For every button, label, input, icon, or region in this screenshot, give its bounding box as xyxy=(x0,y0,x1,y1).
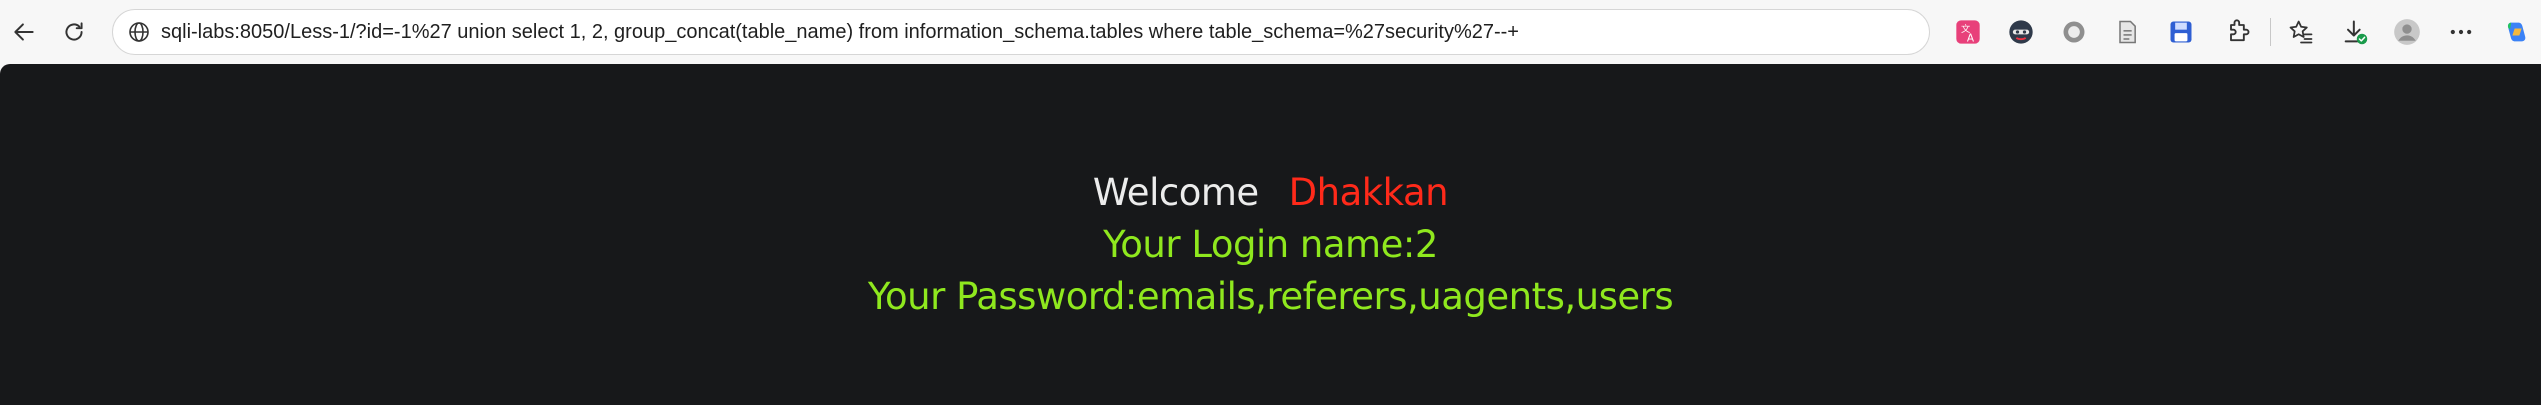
welcome-line: Welcome Dhakkan xyxy=(0,170,2541,216)
browser-toolbar: sqli-labs:8050/Less-1/?id=-1%27 union se… xyxy=(0,0,2541,64)
refresh-icon xyxy=(65,22,83,41)
globe-icon[interactable] xyxy=(125,18,153,46)
toolbar-divider xyxy=(2270,18,2271,46)
welcome-name: Dhakkan xyxy=(1288,171,1449,214)
back-button[interactable] xyxy=(6,14,42,50)
profile-avatar-icon[interactable] xyxy=(2390,15,2424,49)
more-menu-icon[interactable] xyxy=(2444,15,2478,49)
translate-extension-icon[interactable]: 文 A xyxy=(1951,15,1985,49)
address-bar[interactable]: sqli-labs:8050/Less-1/?id=-1%27 union se… xyxy=(112,9,1930,55)
downloads-icon[interactable] xyxy=(2338,15,2372,49)
url-text[interactable]: sqli-labs:8050/Less-1/?id=-1%27 union se… xyxy=(161,10,1519,54)
svg-text:A: A xyxy=(1967,32,1975,44)
page-content: Welcome Dhakkan Your Login name:2 Your Pa… xyxy=(0,64,2541,405)
record-extension-icon[interactable] xyxy=(2057,15,2091,49)
welcome-label: Welcome xyxy=(1092,171,1259,214)
back-arrow-icon xyxy=(14,23,34,41)
refresh-button[interactable] xyxy=(56,14,92,50)
copilot-icon[interactable] xyxy=(2500,15,2534,49)
extensions-puzzle-icon[interactable] xyxy=(2221,15,2255,49)
password-line: Your Password:emails,referers,uagents,us… xyxy=(867,275,1674,318)
save-extension-icon[interactable] xyxy=(2164,15,2198,49)
favorites-icon[interactable] xyxy=(2284,15,2318,49)
document-extension-icon[interactable] xyxy=(2110,15,2144,49)
login-name-line: Your Login name:2 xyxy=(1103,223,1438,266)
hacker-extension-icon[interactable] xyxy=(2004,15,2038,49)
